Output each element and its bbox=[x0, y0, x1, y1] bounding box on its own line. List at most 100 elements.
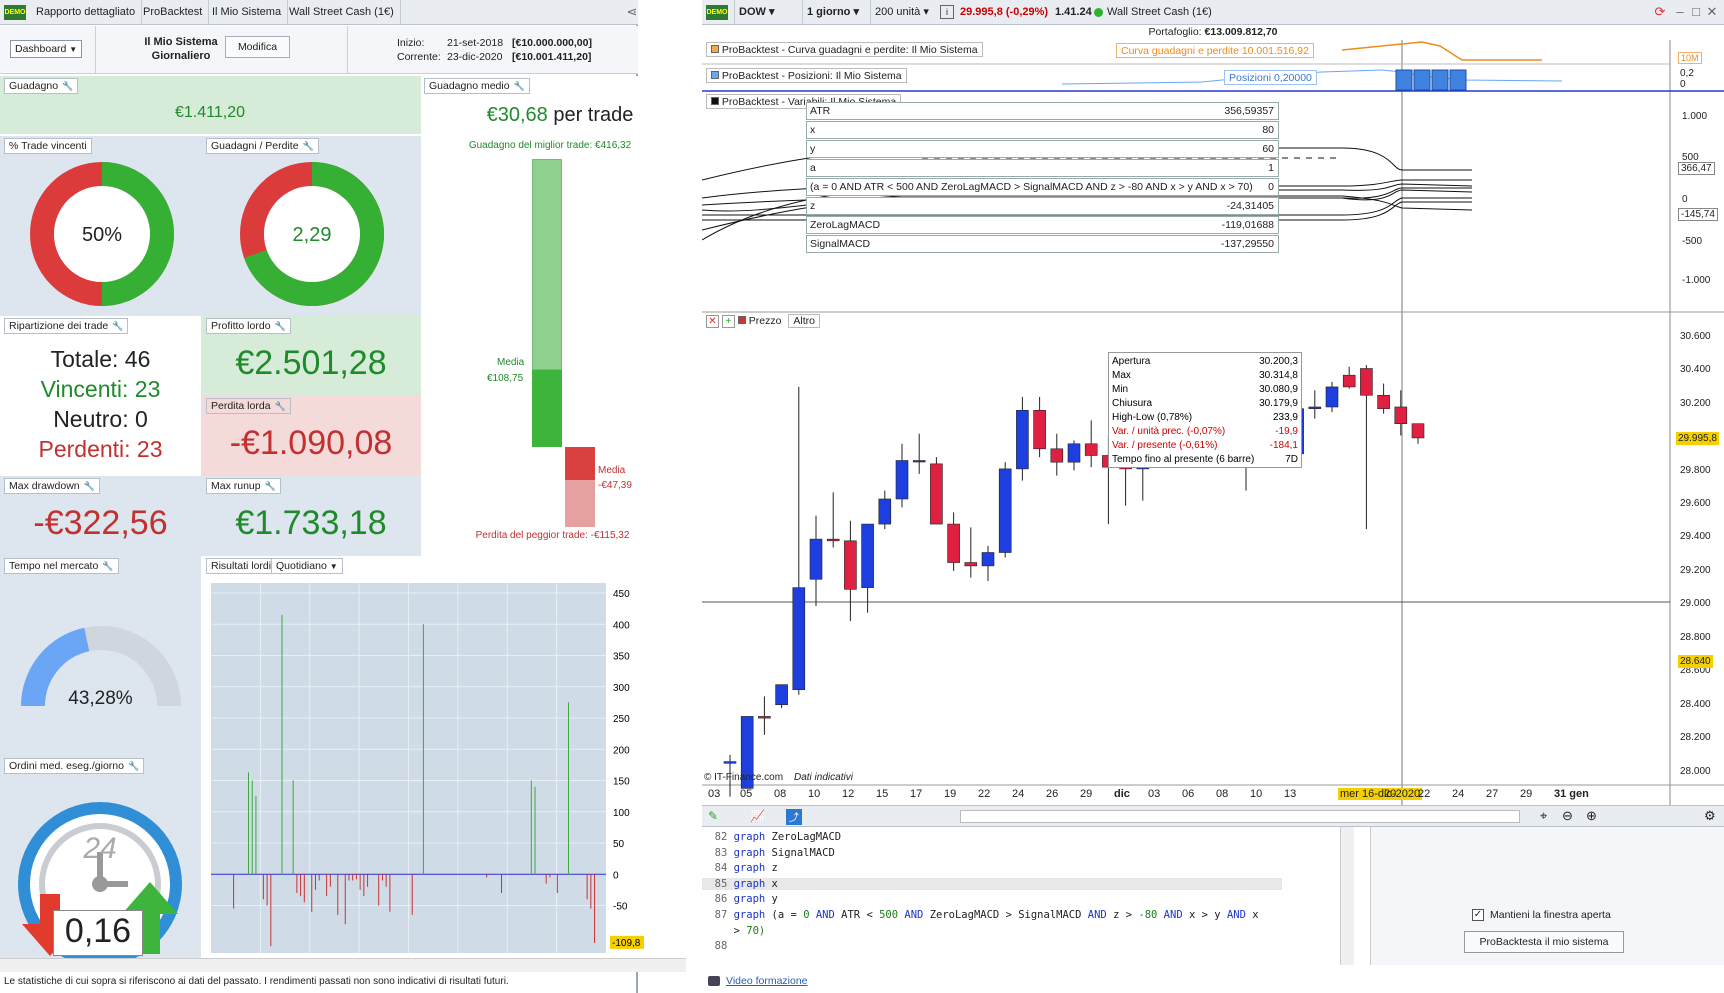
results-title[interactable]: Risultati lordi bbox=[206, 558, 277, 574]
drawdown-title[interactable]: Max drawdown 🔧 bbox=[4, 478, 100, 494]
wrench-icon[interactable]: 🔧 bbox=[112, 319, 123, 334]
draw-icon[interactable]: ✎ bbox=[708, 809, 718, 823]
gross-profit-title[interactable]: Profitto lordo 🔧 bbox=[206, 318, 291, 334]
tooltip-value: -19,9 bbox=[1275, 426, 1298, 437]
close-icon[interactable]: ✕ bbox=[706, 315, 719, 328]
win-pct-title[interactable]: % Trade vincenti bbox=[4, 138, 92, 154]
code-line[interactable]: 87 graph (a = 0 AND ATR < 500 AND ZeroLa… bbox=[702, 909, 1259, 921]
variable-row: ATR 356,59357 bbox=[806, 102, 1279, 120]
candle bbox=[1411, 423, 1425, 444]
wrench-icon[interactable]: 🔧 bbox=[102, 559, 113, 574]
variable-row: x 80 bbox=[806, 121, 1279, 139]
variable-name: (a = 0 AND ATR < 500 AND ZeroLagMACD > S… bbox=[810, 181, 1253, 193]
time-market-title[interactable]: Tempo nel mercato 🔧 bbox=[4, 558, 119, 574]
orders-title[interactable]: Ordini med. eseg./giorno 🔧 bbox=[4, 758, 145, 774]
code-scroll[interactable] bbox=[1340, 827, 1354, 965]
copyright: © IT-Finance.com bbox=[704, 772, 784, 783]
positions-tag: Posizioni 0,20000 bbox=[1224, 70, 1317, 85]
chart-toolbar: ✎ 📈 ⤴ ⊖ ⊕ ⌖ ⚙ bbox=[702, 805, 1724, 827]
info-icon[interactable]: i bbox=[940, 5, 954, 19]
keep-open-checkbox[interactable]: ✓ bbox=[1472, 909, 1484, 921]
video-link[interactable]: Video formazione bbox=[726, 975, 808, 987]
code-line[interactable]: 83 graph SignalMACD bbox=[702, 847, 835, 859]
price-axis-label: 28.000 bbox=[1680, 765, 1711, 777]
tab-instrument[interactable]: Wall Street Cash (1€) bbox=[283, 0, 401, 24]
dashboard-dropdown[interactable]: Dashboard ▼ bbox=[10, 40, 83, 58]
start-label: Inizio: bbox=[397, 37, 425, 49]
timeframe-dropdown[interactable]: 1 giorno ▾ bbox=[802, 0, 859, 24]
date-axis-label: 15 bbox=[876, 788, 889, 800]
avg-gain-title[interactable]: Guadagno medio 🔧 bbox=[424, 78, 530, 94]
results-tick-label: 100 bbox=[613, 808, 630, 819]
positions-color-icon bbox=[711, 71, 719, 79]
tab-probacktest[interactable]: ProBacktest bbox=[137, 0, 210, 24]
breakdown-winners: Vincenti: 23 bbox=[40, 376, 161, 402]
candle bbox=[930, 457, 943, 525]
code-line[interactable]: > 70) bbox=[702, 925, 766, 937]
refresh-icon[interactable]: ⟳ bbox=[1652, 4, 1668, 20]
close-icon[interactable]: ✕ bbox=[1704, 4, 1720, 20]
tooltip-value: 233,9 bbox=[1272, 412, 1298, 423]
video-icon[interactable] bbox=[708, 976, 720, 986]
maximize-icon[interactable]: □ bbox=[1688, 4, 1704, 20]
runup-title[interactable]: Max runup 🔧 bbox=[206, 478, 281, 494]
gain-title[interactable]: Guadagno 🔧 bbox=[4, 78, 79, 94]
code-text: graph x bbox=[733, 877, 778, 890]
symbol-dropdown[interactable]: DOW ▾ bbox=[734, 0, 774, 24]
settings-icon[interactable]: ⚙ bbox=[1704, 808, 1716, 824]
tooltip-key: Min bbox=[1112, 384, 1129, 395]
code-line[interactable]: 82 graph ZeroLagMACD bbox=[702, 831, 841, 843]
equity-tag: Curva guadagni e perdite 10.001.516,92 bbox=[1116, 43, 1314, 58]
results-period-dropdown[interactable]: Quotidiano ▼ bbox=[271, 558, 343, 574]
price-axis-label: 30.600 bbox=[1680, 330, 1711, 342]
code-editor[interactable]: 82 graph ZeroLagMACD 83 graph SignalMACD… bbox=[702, 827, 1354, 965]
wrench-icon[interactable]: 🔧 bbox=[62, 79, 73, 94]
wrench-icon[interactable]: 🔧 bbox=[128, 759, 139, 774]
tooltip-row: Max 30.314,8 bbox=[1112, 369, 1298, 383]
code-line[interactable]: 88 bbox=[702, 940, 734, 952]
share-icon[interactable]: ⤴ bbox=[786, 809, 802, 825]
gross-loss-title[interactable]: Perdita lorda 🔧 bbox=[206, 398, 291, 414]
worst-bar-dark bbox=[565, 447, 595, 480]
cursor-price-tag: 28.640 bbox=[1678, 655, 1713, 668]
wrench-icon[interactable]: 🔧 bbox=[303, 139, 314, 154]
units-dropdown[interactable]: 200 unità ▾ bbox=[870, 0, 929, 24]
zoom-out-icon[interactable]: ⊖ bbox=[1562, 808, 1573, 824]
minimize-icon[interactable]: – bbox=[1672, 4, 1688, 20]
fit-icon[interactable]: ⌖ bbox=[1540, 808, 1547, 824]
breakdown-title[interactable]: Ripartizione dei trade 🔧 bbox=[4, 318, 129, 334]
modify-button[interactable]: Modifica bbox=[225, 36, 290, 58]
chart-hscroll[interactable] bbox=[960, 810, 1520, 823]
wrench-icon[interactable]: 🔧 bbox=[275, 319, 286, 334]
current-date: 23-dic-2020 bbox=[447, 51, 503, 63]
code-line[interactable]: 86 graph y bbox=[702, 893, 778, 905]
variables-color-icon bbox=[711, 97, 719, 105]
wrench-icon[interactable]: 🔧 bbox=[84, 479, 95, 494]
price-other[interactable]: Altro bbox=[788, 314, 820, 328]
price-title[interactable]: Prezzo bbox=[749, 315, 782, 327]
wrench-icon[interactable]: 🔧 bbox=[265, 479, 276, 494]
gain-loss-title[interactable]: Guadagni / Perdite 🔧 bbox=[206, 138, 319, 154]
run-backtest-button[interactable]: ProBacktesta il mio sistema bbox=[1464, 931, 1624, 953]
tab-rapporto[interactable]: Rapporto dettagliato bbox=[30, 0, 143, 24]
avg-gain-number: €30,68 bbox=[486, 104, 548, 126]
add-indicator-icon[interactable]: + bbox=[721, 315, 735, 328]
variable-row: a1 bbox=[806, 159, 1279, 177]
tooltip-row: Chiusura 30.179,9 bbox=[1112, 397, 1298, 411]
equity-scale: 10M bbox=[1678, 52, 1702, 64]
code-line[interactable]: 84 graph z bbox=[702, 862, 778, 874]
results-tick-label: 350 bbox=[613, 652, 630, 663]
gain-value: €1.411,20 bbox=[175, 104, 245, 121]
zoom-in-icon[interactable]: ⊕ bbox=[1586, 808, 1597, 824]
left-hscroll[interactable] bbox=[0, 958, 686, 972]
share-icon[interactable]: ⋖ bbox=[624, 4, 640, 20]
candle bbox=[964, 527, 978, 578]
tab-sistema[interactable]: Il Mio Sistema bbox=[206, 0, 289, 24]
code-line[interactable]: 85 graph x bbox=[702, 877, 1282, 890]
code-line-number: 86 bbox=[702, 893, 734, 906]
wrench-icon[interactable]: 🔧 bbox=[275, 399, 286, 414]
date-axis-label: 22 bbox=[978, 788, 991, 800]
indicator-icon[interactable]: 📈 bbox=[750, 809, 765, 823]
code-text: graph y bbox=[733, 893, 778, 906]
wrench-icon[interactable]: 🔧 bbox=[514, 79, 525, 94]
